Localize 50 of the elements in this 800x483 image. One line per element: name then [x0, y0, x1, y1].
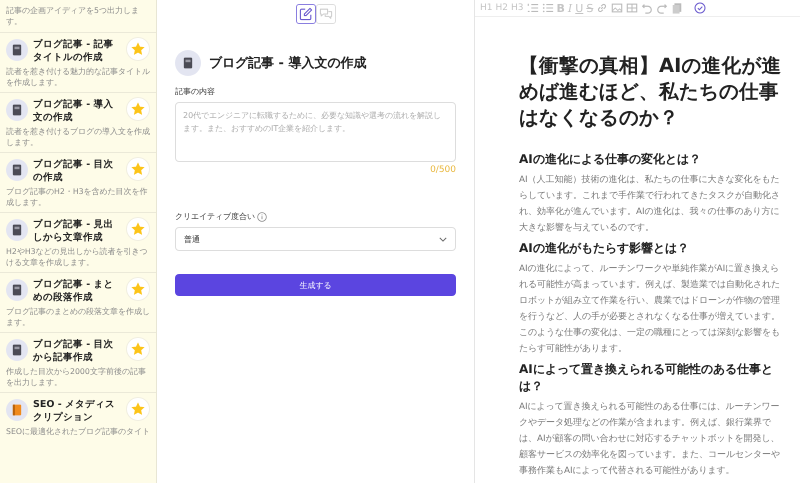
template-title: SEO - メタディスクリプション — [33, 398, 116, 424]
section-paragraph: AI（人工知能）技術の進化は、私たちの仕事に大きな変化をもたらしています。これまで手作業で行われてきたタスクが自動化され、効率化が進んでいます。AIの進化は、我々の仕事のあり方に大きな影響を与えているのです。 — [519, 174, 781, 235]
section-heading: AIの進化がもたらす影響とは？ — [519, 240, 690, 257]
field-label: クリエイティブ度合い — [175, 211, 255, 222]
notebook-icon — [12, 44, 22, 56]
chat-bubbles-icon — [318, 6, 334, 22]
favorite-button[interactable] — [126, 337, 150, 361]
redo-icon[interactable] — [656, 2, 668, 14]
section-paragraph: AIによって置き換えられる可能性のある仕事には、ルーチンワークやデータ処理などの作業が含まれます。例えば、銀行業界では、AIが顧客の問い合わせに対応するチャットボットを開発し、顧客サービスの効率化を図っています。また、コールセンターや事務作業もAIによって代替される可能性があります。 — [519, 400, 781, 478]
copy-icon[interactable] — [671, 2, 684, 14]
undo-icon[interactable] — [641, 2, 654, 14]
pencil-icon — [298, 6, 314, 22]
check-circle-icon[interactable] — [694, 2, 706, 14]
bullet-list-icon[interactable] — [542, 2, 554, 14]
template-title: ブログ記事 - 記事タイトルの作成 — [33, 38, 115, 64]
edit-mode-button[interactable] — [296, 4, 316, 24]
field-label: 記事の内容 — [175, 86, 216, 97]
favorite-button[interactable] — [126, 217, 150, 241]
section-paragraph: AIの進化によって、ルーチンワークや単純作業がAIに置き換えられる可能性が高まっています。例えば、製造業では自動化されたロボットが組み立て作業を行い、農業ではドローンが作物の管理を行うなど、人の手が必要とされなくなる仕事が増えています。このような仕事の変化は、一定の職種にとっては深刻な影響をもたらす可能性があります。 — [519, 262, 781, 356]
template-title: ブログ記事 - まとめの段落作成 — [33, 278, 115, 304]
image-icon[interactable] — [611, 2, 624, 14]
notebook-icon — [12, 164, 22, 176]
notebook-icon — [12, 344, 22, 356]
link-icon[interactable] — [596, 2, 608, 14]
chevron-down-icon — [439, 236, 447, 242]
favorite-button[interactable] — [126, 37, 150, 61]
info-icon[interactable] — [257, 212, 267, 222]
creativity-dropdown[interactable]: 普通 — [175, 227, 456, 251]
template-title: ブログ記事 - 目次の作成 — [33, 158, 115, 184]
favorite-button[interactable] — [126, 97, 150, 121]
template-title: ブログ記事 - 見出しから文章作成 — [33, 218, 115, 244]
ordered-list-icon[interactable] — [526, 2, 538, 14]
notebook-icon — [12, 104, 22, 116]
table-icon[interactable] — [626, 2, 638, 14]
notebook-icon — [183, 57, 193, 69]
section-heading: AIによって置き換えられる可能性のある仕事とは？ — [519, 361, 774, 395]
notebook-icon — [12, 224, 22, 236]
notebook-icon — [12, 284, 22, 296]
book-icon — [12, 404, 22, 416]
template-title: ブログ記事 - 導入文の作成 — [33, 98, 115, 124]
generate-button[interactable]: 生成する — [175, 274, 456, 296]
favorite-button[interactable] — [126, 397, 150, 421]
favorite-button[interactable] — [126, 277, 150, 301]
favorite-button[interactable] — [126, 157, 150, 181]
template-title: ブログ記事 - 目次から記事作成 — [33, 338, 115, 364]
article-title: 【衝撃の真相】AIの進化が進めば進むほど、私たちの仕事はなくなるのか？ — [519, 53, 782, 131]
form-title: ブログ記事 - 導入文の作成 — [209, 54, 366, 72]
character-counter: 0/500 — [429, 165, 456, 175]
content-input-field[interactable]: 20代でエンジニアに転職するために、必要な知識や選考の流れを解説します。また、おすすめのIT企業を紹介します。 — [175, 102, 456, 162]
section-heading: AIの進化による仕事の変化とは？ — [519, 151, 702, 168]
